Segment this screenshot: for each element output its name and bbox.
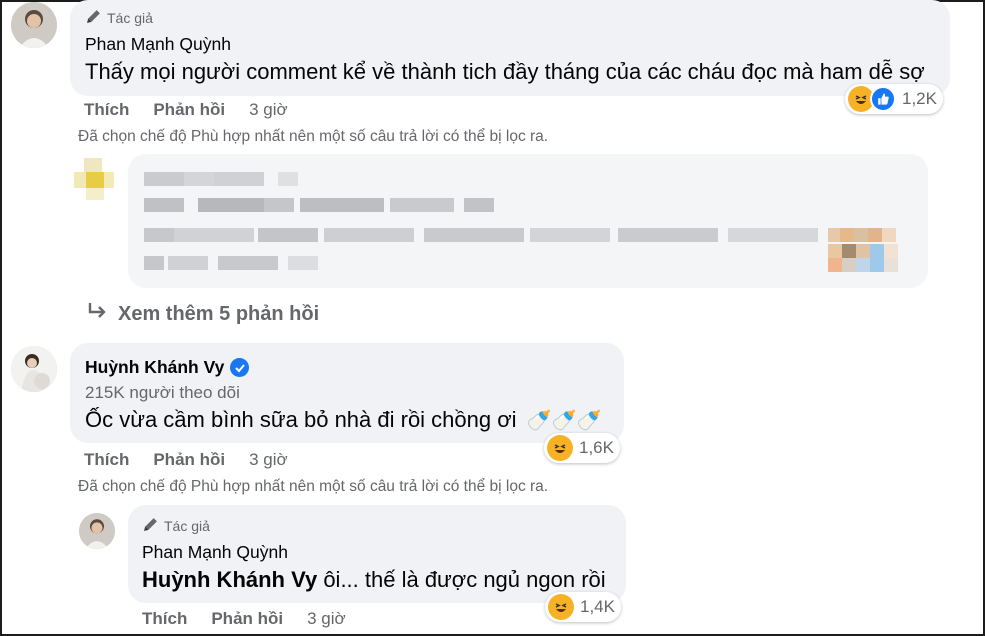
reaction-count: 1,4K: [580, 597, 615, 616]
reply-button[interactable]: Phản hồi: [153, 100, 225, 120]
like-icon: [870, 86, 896, 112]
reply-text-row: Huỳnh Khánh Vy ôi... thế là được ngủ ngo…: [142, 567, 606, 593]
haha-icon: [548, 594, 574, 620]
reply-text: ôi... thế là được ngủ ngon rồi: [317, 567, 606, 592]
filter-note: Đã chọn chế độ Phù hợp nhất nên một số c…: [78, 128, 549, 145]
comment-timestamp[interactable]: 3 giờ: [249, 450, 288, 470]
see-more-replies-button[interactable]: Xem thêm 5 phản hồi: [86, 300, 319, 328]
baby-bottle-emoji: 🍼🍼🍼: [526, 410, 602, 432]
pixelated-avatar: [74, 158, 114, 202]
haha-icon: [547, 435, 573, 461]
comment-text: Thấy mọi người comment kể về thành tich …: [85, 59, 925, 84]
reaction-count: 1,6K: [579, 438, 614, 457]
reaction-summary[interactable]: 1,2K: [845, 84, 943, 114]
author-tag-label: Tác giả: [164, 518, 210, 534]
pencil-icon: [142, 516, 159, 536]
reaction-summary[interactable]: 1,6K: [544, 433, 620, 463]
reply-button[interactable]: Phản hồi: [153, 450, 225, 470]
author-tag: Tác giả: [142, 516, 210, 536]
avatar-phan-manh-quynh[interactable]: [11, 2, 57, 48]
reply-arrow-icon: [86, 300, 108, 328]
reply-actions: Thích Phản hồi 3 giờ: [142, 609, 346, 629]
avatar-phan-manh-quynh[interactable]: [79, 513, 115, 549]
reaction-summary[interactable]: 1,4K: [545, 592, 621, 622]
reply-button[interactable]: Phản hồi: [211, 609, 283, 629]
reaction-count: 1,2K: [902, 89, 937, 108]
commenter-name[interactable]: Phan Mạnh Quỳnh: [85, 34, 231, 55]
comment-timestamp[interactable]: 3 giờ: [307, 609, 346, 629]
see-more-label: Xem thêm 5 phản hồi: [118, 302, 320, 325]
commenter-name[interactable]: Huỳnh Khánh Vy: [85, 357, 224, 378]
author-tag: Tác giả: [85, 8, 153, 28]
comment-actions: Thích Phản hồi 3 giờ: [84, 450, 288, 470]
like-button[interactable]: Thích: [142, 609, 187, 629]
verified-badge-icon: [230, 358, 250, 377]
like-button[interactable]: Thích: [84, 100, 129, 120]
reply-bubble: Tác giả Phan Mạnh Quỳnh Huỳnh Khánh Vy ô…: [128, 505, 626, 603]
comment-text: Ốc vừa cầm bình sữa bỏ nhà đi rồi chồng …: [85, 407, 517, 432]
comment-text-row: Ốc vừa cầm bình sữa bỏ nhà đi rồi chồng …: [85, 407, 601, 433]
pencil-icon: [85, 8, 102, 28]
like-button[interactable]: Thích: [84, 450, 129, 470]
comment-actions: Thích Phản hồi 3 giờ: [84, 100, 288, 120]
comment-timestamp[interactable]: 3 giờ: [249, 100, 288, 120]
comment-bubble: Huỳnh Khánh Vy 215K người theo dõi Ốc vừ…: [70, 343, 624, 443]
follower-count: 215K người theo dõi: [85, 383, 240, 402]
comment-bubble: Tác giả Phan Mạnh Quỳnh Thấy mọi người c…: [70, 0, 950, 96]
pixelated-comment: [128, 154, 928, 288]
avatar-huynh-khanh-vy[interactable]: [11, 346, 57, 392]
commenter-name-row: Huỳnh Khánh Vy: [85, 357, 250, 378]
filter-note: Đã chọn chế độ Phù hợp nhất nên một số c…: [78, 478, 549, 495]
mention-link[interactable]: Huỳnh Khánh Vy: [142, 567, 317, 592]
author-tag-label: Tác giả: [107, 10, 153, 26]
commenter-name[interactable]: Phan Mạnh Quỳnh: [142, 542, 288, 563]
